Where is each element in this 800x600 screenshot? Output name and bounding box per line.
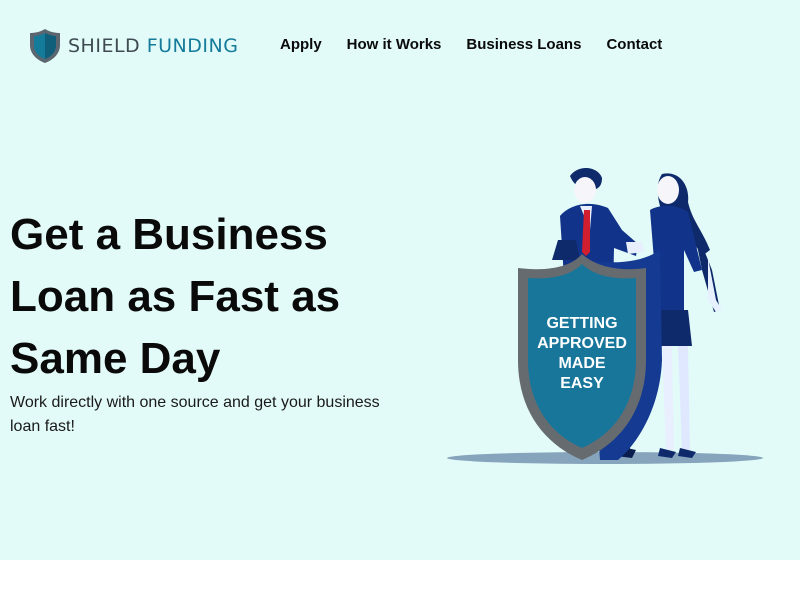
nav-business-loans[interactable]: Business Loans xyxy=(466,36,581,53)
logo-word-shield: SHIELD xyxy=(68,35,141,57)
hero-illustration: GETTING APPROVED MADE EASY xyxy=(447,167,763,464)
logo-text: SHIELD FUNDING xyxy=(68,35,238,57)
shield-text-made: MADE xyxy=(558,355,605,372)
hero-headline: Get a Business Loan as Fast as Same Day xyxy=(10,210,341,383)
logo[interactable]: SHIELD FUNDING xyxy=(28,26,238,66)
nav-apply[interactable]: Apply xyxy=(280,36,322,53)
shield-icon xyxy=(30,29,60,63)
nav-how-it-works[interactable]: How it Works xyxy=(347,36,442,53)
logo-word-funding: FUNDING xyxy=(146,35,239,57)
approval-shield: GETTING APPROVED MADE EASY xyxy=(518,250,662,460)
hero-subtext: Work directly with one source and get yo… xyxy=(10,394,380,435)
main-nav: Apply How it Works Business Loans Contac… xyxy=(280,36,687,53)
nav-contact[interactable]: Contact xyxy=(606,36,662,53)
shield-text-getting: GETTING xyxy=(546,315,617,332)
shield-text-easy: EASY xyxy=(560,375,604,392)
shield-text-approved: APPROVED xyxy=(537,335,627,352)
hero-section: SHIELD FUNDING Apply How it Works Busine… xyxy=(0,0,800,560)
